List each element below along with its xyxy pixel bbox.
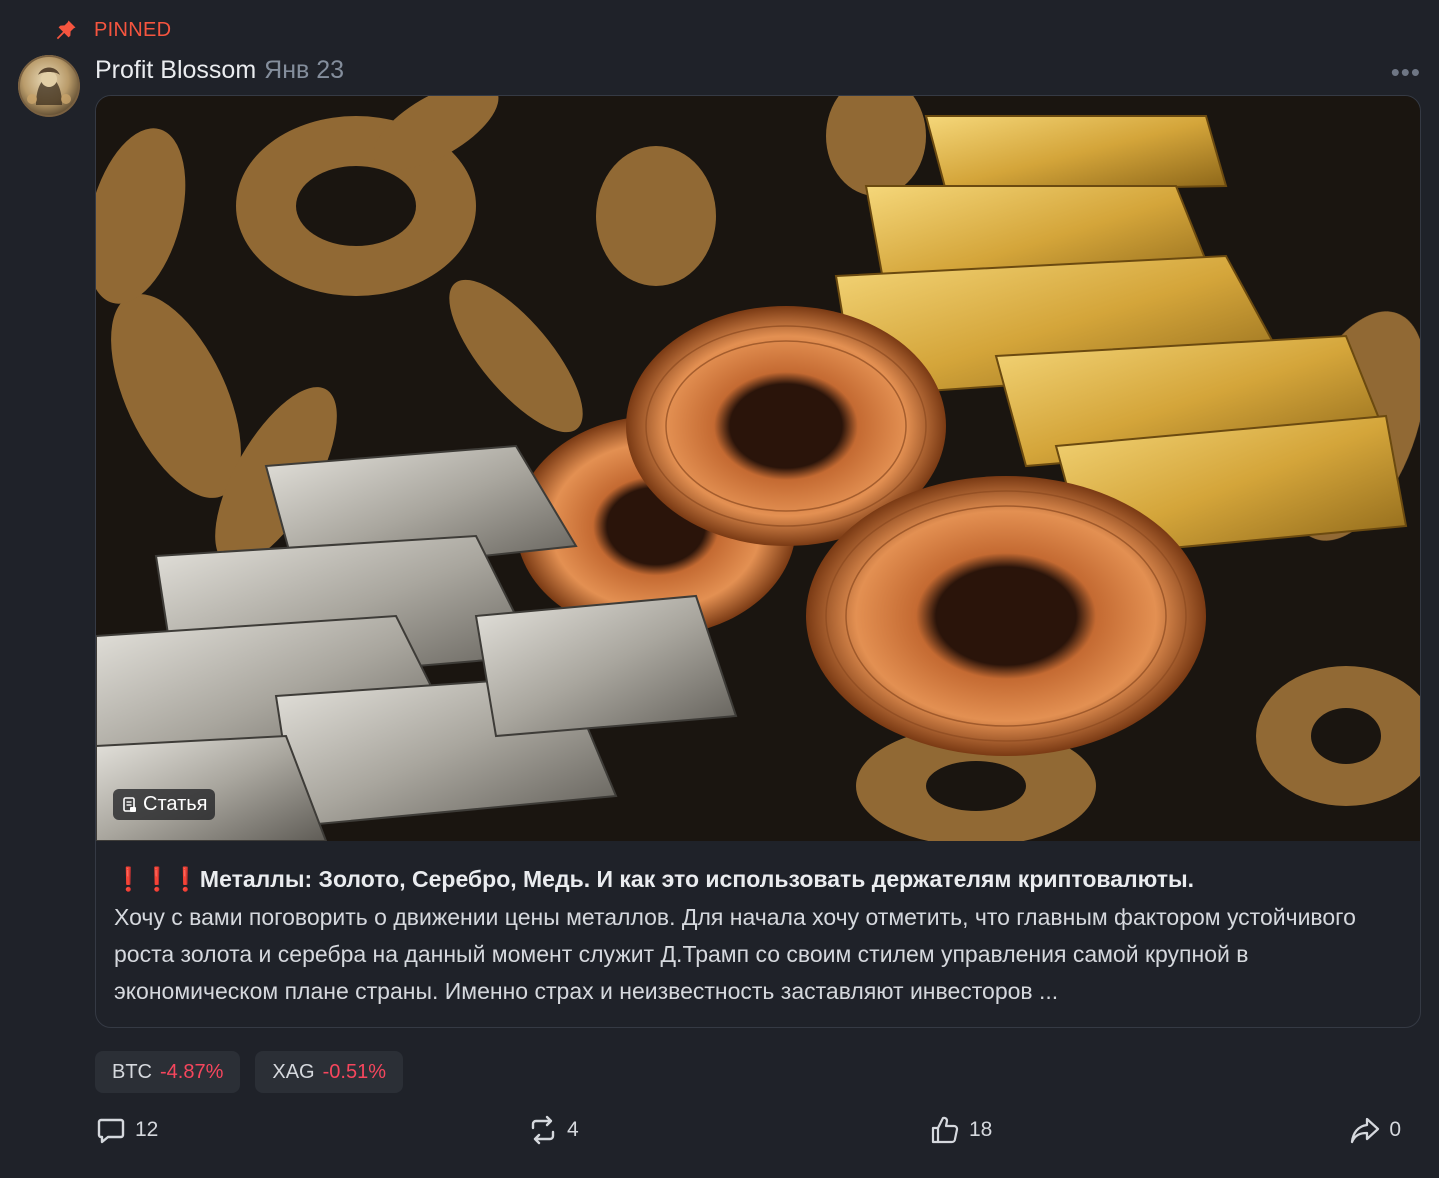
share-button[interactable]: 0 xyxy=(1349,1114,1401,1146)
avatar[interactable] xyxy=(18,55,80,117)
article-type-label: Статья xyxy=(143,793,208,815)
ticker-symbol: XAG xyxy=(272,1060,315,1083)
repost-icon xyxy=(531,1115,555,1145)
like-count: 18 xyxy=(969,1118,993,1141)
pinned-indicator: PINNED xyxy=(54,18,171,42)
ticker-change: -4.87% xyxy=(160,1060,224,1083)
ticker-chips: BTC -4.87% XAG -0.51% xyxy=(95,1051,403,1093)
comment-icon xyxy=(97,1118,125,1144)
post-header: Profit Blossom Янв 23 xyxy=(95,56,344,85)
avatar-image xyxy=(18,55,80,117)
article-excerpt: Хочу с вами поговорить о движении цены м… xyxy=(114,904,1356,1004)
ticker-chip-btc[interactable]: BTC -4.87% xyxy=(95,1051,241,1093)
comment-count: 12 xyxy=(135,1118,159,1141)
ticker-chip-xag[interactable]: XAG -0.51% xyxy=(255,1051,403,1093)
share-icon xyxy=(1351,1117,1380,1144)
pin-icon xyxy=(56,20,76,40)
repost-button[interactable]: 4 xyxy=(527,1114,579,1146)
repost-count: 4 xyxy=(567,1118,579,1141)
document-icon xyxy=(123,796,136,812)
article-title[interactable]: ❗❗❗Металлы: Золото, Серебро, Медь. И как… xyxy=(114,864,1390,894)
post-actions: 12 4 18 0 xyxy=(95,1114,1401,1148)
article-title-text: Металлы: Золото, Серебро, Медь. И как эт… xyxy=(199,866,1195,892)
post-date: Янв 23 xyxy=(264,56,345,84)
ticker-change: -0.51% xyxy=(322,1060,386,1083)
comment-button[interactable]: 12 xyxy=(95,1114,158,1146)
more-options-icon[interactable]: ••• xyxy=(1391,59,1421,85)
pinned-label: PINNED xyxy=(94,18,172,41)
author-name[interactable]: Profit Blossom xyxy=(95,56,256,85)
article-cover-image xyxy=(96,96,1420,841)
share-count: 0 xyxy=(1389,1118,1401,1141)
like-button[interactable]: 18 xyxy=(929,1114,992,1146)
exclamation-icons: ❗❗❗ xyxy=(114,866,200,892)
article-card[interactable]: Статья ❗❗❗Металлы: Золото, Серебро, Медь… xyxy=(95,95,1421,1028)
article-type-badge: Статья xyxy=(113,789,216,820)
ticker-symbol: BTC xyxy=(112,1060,152,1083)
article-preview: ❗❗❗Металлы: Золото, Серебро, Медь. И как… xyxy=(114,864,1390,1010)
thumbs-up-icon xyxy=(931,1116,959,1144)
